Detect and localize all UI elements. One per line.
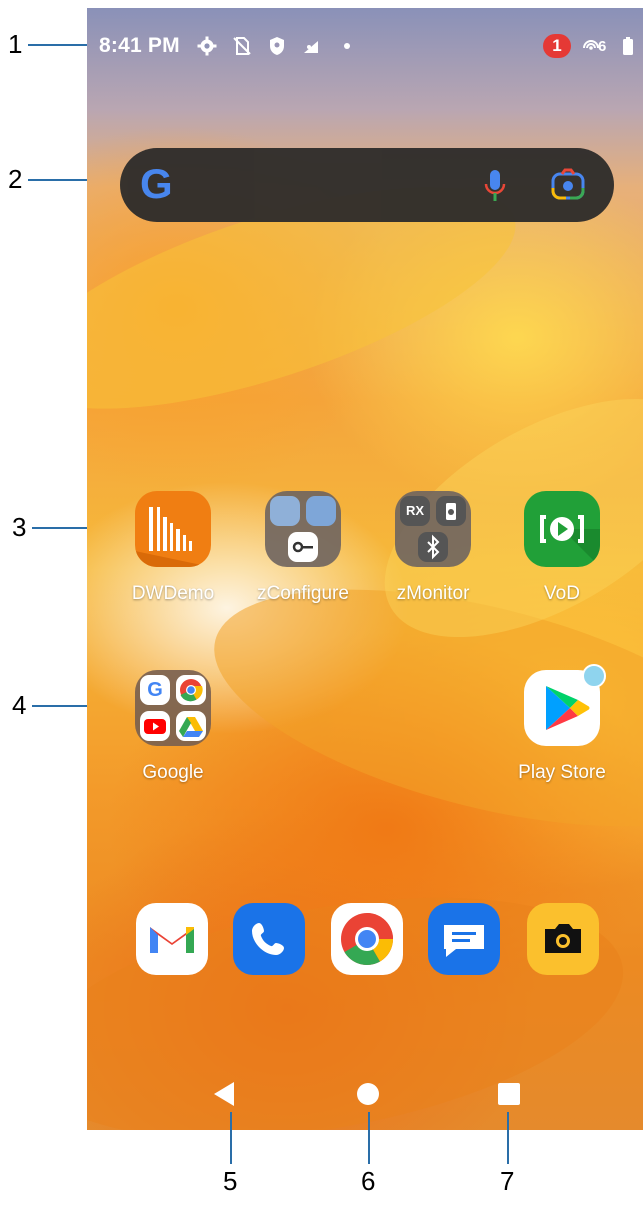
battery-icon bbox=[623, 37, 633, 55]
app-play-store[interactable]: Play Store bbox=[507, 664, 617, 784]
callout-7: 7 bbox=[500, 1166, 515, 1196]
google-app-icon: G bbox=[140, 675, 170, 705]
chrome-icon[interactable] bbox=[331, 903, 403, 975]
callout-3: 3 bbox=[12, 512, 27, 542]
signal-icon bbox=[304, 41, 318, 53]
zmonitor-battery-icon bbox=[436, 496, 466, 526]
app-label-dwdemo: DWDemo bbox=[131, 583, 215, 604]
play-store-notification-dot bbox=[582, 664, 606, 688]
app-label-vod: VoD bbox=[544, 583, 580, 604]
chrome-mini-icon bbox=[176, 675, 206, 705]
back-icon[interactable] bbox=[212, 1080, 238, 1108]
vod-icon bbox=[524, 491, 600, 567]
dot-icon bbox=[344, 43, 350, 49]
camera-icon[interactable] bbox=[527, 903, 599, 975]
youtube-mini-icon bbox=[140, 711, 170, 741]
gear-icon bbox=[197, 36, 217, 56]
hotspot-label: 6 bbox=[598, 38, 607, 55]
app-label-google: Google bbox=[142, 762, 204, 783]
app-vod[interactable]: VoD bbox=[507, 491, 617, 605]
google-folder-icon: G bbox=[135, 670, 211, 746]
play-store-icon bbox=[524, 664, 606, 746]
shield-icon bbox=[270, 37, 284, 55]
zmonitor-folder-icon: RX bbox=[395, 491, 471, 567]
lens-camera-icon[interactable] bbox=[550, 168, 586, 202]
zconfigure-key-icon bbox=[288, 532, 318, 562]
home-icon[interactable] bbox=[355, 1081, 381, 1107]
zconfigure-folder-icon bbox=[265, 491, 341, 567]
app-zmonitor-folder[interactable]: RX zMonitor bbox=[378, 491, 488, 605]
app-google-folder[interactable]: G Google bbox=[118, 670, 228, 784]
zconfigure-settings-icon bbox=[270, 496, 300, 526]
gmail-icon[interactable] bbox=[136, 903, 208, 975]
no-sim-icon bbox=[233, 37, 251, 55]
microphone-icon[interactable] bbox=[482, 168, 508, 204]
callout-7-line bbox=[507, 1112, 509, 1164]
messages-icon[interactable] bbox=[428, 903, 500, 975]
callout-5-line bbox=[230, 1112, 232, 1164]
google-search-bar[interactable]: G bbox=[120, 148, 614, 222]
dwdemo-icon bbox=[135, 491, 211, 567]
callout-1-line bbox=[28, 44, 96, 46]
zmonitor-rx-icon: RX bbox=[400, 496, 430, 526]
app-label-play-store: Play Store bbox=[518, 762, 606, 783]
zmonitor-bluetooth-icon bbox=[418, 532, 448, 562]
callout-5: 5 bbox=[223, 1166, 238, 1196]
drive-mini-icon bbox=[176, 711, 206, 741]
status-bar: 8:41 PM 1 6 bbox=[87, 8, 643, 84]
home-screen: 8:41 PM 1 6 G DWDemo zConfigure RX zMoni… bbox=[87, 8, 643, 1130]
app-label-zconfigure: zConfigure bbox=[257, 583, 349, 604]
phone-icon[interactable] bbox=[233, 903, 305, 975]
callout-6: 6 bbox=[361, 1166, 376, 1196]
callout-2: 2 bbox=[8, 164, 23, 194]
google-logo-icon[interactable]: G bbox=[140, 160, 173, 208]
app-dwdemo[interactable]: DWDemo bbox=[118, 491, 228, 605]
app-label-zmonitor: zMonitor bbox=[396, 583, 470, 604]
callout-4: 4 bbox=[12, 690, 27, 720]
callout-6-line bbox=[368, 1112, 370, 1164]
callout-1: 1 bbox=[8, 29, 23, 59]
app-zconfigure-folder[interactable]: zConfigure bbox=[248, 491, 358, 605]
recents-icon[interactable] bbox=[497, 1082, 521, 1106]
status-time: 8:41 PM bbox=[99, 34, 180, 57]
zconfigure-barcode-icon bbox=[306, 496, 336, 526]
notification-count-badge: 1 bbox=[543, 34, 571, 58]
